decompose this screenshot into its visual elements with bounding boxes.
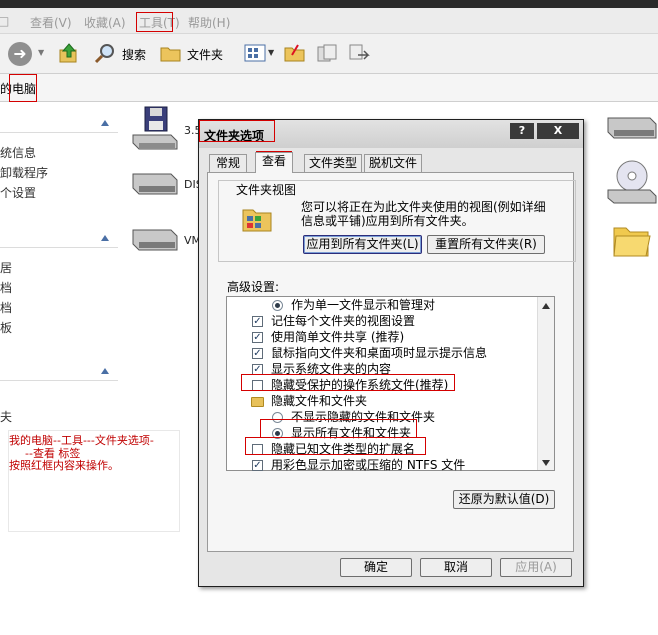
checkbox[interactable]: ✓ — [252, 332, 263, 343]
sync-folder-icon[interactable] — [284, 43, 306, 63]
address-text[interactable]: 的电脑 — [0, 80, 36, 97]
views-dropdown-icon[interactable]: ▼ — [268, 48, 274, 57]
menu-bar: □ 查看(V) 收藏(A) 工具(T) 帮助(H) — [0, 8, 658, 34]
checkbox[interactable]: ✓ — [252, 364, 263, 375]
ok-button[interactable]: 确定 — [340, 558, 412, 577]
close-button[interactable]: X — [537, 123, 579, 139]
scroll-down-icon[interactable] — [542, 460, 550, 466]
cd-drive-icon[interactable] — [606, 158, 658, 204]
scroll-up-icon[interactable] — [542, 303, 550, 309]
menu-item-tools[interactable]: 工具(T) — [139, 14, 180, 31]
folder-view-icon — [241, 204, 275, 234]
settings-scrollbar[interactable] — [537, 297, 554, 470]
setting-label[interactable]: 使用简单文件共享 (推荐) — [271, 330, 404, 345]
address-bar[interactable]: 的电脑 — [0, 74, 658, 102]
checkbox[interactable] — [252, 444, 263, 455]
up-folder-icon[interactable] — [58, 42, 80, 64]
radio-button[interactable] — [272, 428, 283, 439]
hard-drive-icon[interactable] — [131, 224, 179, 254]
note-line: 按照红框内容来操作。 — [9, 459, 119, 472]
folders-icon[interactable] — [160, 43, 182, 63]
search-icon[interactable] — [94, 42, 116, 64]
advanced-settings-list[interactable]: 作为单一文件显示和管理对 ✓ 记住每个文件夹的视图设置 ✓ 使用简单文件共享 (… — [226, 296, 555, 473]
cancel-button[interactable]: 取消 — [420, 558, 492, 577]
copy-to-icon[interactable] — [348, 43, 370, 63]
apply-button[interactable]: 应用(A) — [500, 558, 572, 577]
checkbox[interactable]: ✓ — [252, 460, 263, 471]
task-link-settings[interactable]: 个设置 — [0, 184, 36, 201]
views-icon[interactable] — [244, 44, 266, 62]
folder-view-label: 文件夹视图 — [234, 181, 299, 198]
advanced-settings-label: 高级设置: — [227, 280, 280, 294]
task-divider — [0, 132, 118, 133]
task-link-network[interactable]: 居 — [0, 259, 12, 276]
toolbar: ➜ ▼ 搜索 文件夹 ▼ — [0, 34, 658, 74]
task-link-documents[interactable]: 档 — [0, 279, 12, 296]
tab-file-types[interactable]: 文件类型 — [304, 154, 362, 172]
menu-item-favorites[interactable]: 收藏(A) — [84, 14, 126, 31]
dialog-title: 文件夹选项 — [204, 129, 265, 143]
setting-label[interactable]: 隐藏已知文件类型的扩展名 — [271, 442, 415, 457]
forward-dropdown-icon[interactable]: ▼ — [38, 48, 44, 57]
setting-label[interactable]: 记住每个文件夹的视图设置 — [271, 314, 415, 329]
task-link-uninstall[interactable]: 卸载程序 — [0, 164, 48, 181]
collapse-icon[interactable] — [101, 235, 109, 241]
folder-icon — [251, 397, 264, 407]
tab-view[interactable]: 查看 — [255, 152, 293, 173]
task-divider — [0, 380, 118, 381]
checkbox[interactable]: ✓ — [252, 316, 263, 327]
instruction-note: 我的电脑--工具---文件夹选项- --查看 标签 按照红框内容来操作。 — [8, 430, 180, 532]
task-divider — [0, 247, 118, 248]
reset-all-folders-button[interactable]: 重置所有文件夹(R) — [427, 235, 545, 254]
search-button-label[interactable]: 搜索 — [122, 46, 146, 63]
menu-item-view[interactable]: 查看(V) — [30, 14, 72, 31]
checkbox[interactable] — [252, 380, 263, 391]
folder-view-description: 您可以将正在为此文件夹使用的视图(例如详细信息或平铺)应用到所有文件夹。 — [301, 200, 546, 228]
tab-general[interactable]: 常规 — [209, 154, 247, 172]
setting-label[interactable]: 用彩色显示加密或压缩的 NTFS 文件 — [271, 458, 465, 473]
hard-drive-icon[interactable] — [131, 168, 179, 198]
radio-button[interactable] — [272, 300, 283, 311]
setting-label[interactable]: 显示所有文件和文件夹 — [291, 426, 411, 441]
apply-to-all-folders-button[interactable]: 应用到所有文件夹(L) — [303, 235, 422, 254]
task-link-system-info[interactable]: 统信息 — [0, 144, 36, 161]
radio-button[interactable] — [272, 412, 283, 423]
task-link-control-panel[interactable]: 板 — [0, 319, 12, 336]
task-section-details: 夫 — [0, 410, 13, 424]
setting-label[interactable]: 作为单一文件显示和管理对 — [291, 298, 435, 313]
setting-label: 隐藏文件和文件夹 — [271, 394, 368, 408]
help-button[interactable]: ? — [510, 123, 534, 139]
checkbox[interactable]: ✓ — [252, 348, 263, 359]
dialog-titlebar[interactable]: 文件夹选项 ? X — [199, 120, 583, 148]
folder-icon[interactable] — [612, 222, 652, 260]
folders-button-label[interactable]: 文件夹 — [187, 46, 223, 63]
setting-label[interactable]: 鼠标指向文件夹和桌面项时显示提示信息 — [271, 346, 487, 361]
collapse-icon[interactable] — [101, 368, 109, 374]
tab-offline-files[interactable]: 脱机文件 — [364, 154, 422, 172]
setting-label[interactable]: 不显示隐藏的文件和文件夹 — [291, 410, 435, 425]
menu-item-partial[interactable]: □ — [0, 14, 9, 28]
hard-drive-icon[interactable] — [606, 112, 658, 142]
collapse-icon[interactable] — [101, 120, 109, 126]
floppy-drive-icon[interactable] — [131, 105, 179, 151]
task-pane: 统信息 卸载程序 个设置 居 档 档 板 夫 — [0, 102, 120, 635]
window-titlebar — [0, 0, 658, 8]
task-link-shared-documents[interactable]: 档 — [0, 299, 12, 316]
forward-icon[interactable]: ➜ — [8, 42, 32, 66]
restore-defaults-button[interactable]: 还原为默认值(D) — [453, 490, 555, 509]
move-to-icon[interactable] — [316, 43, 338, 63]
setting-label[interactable]: 显示系统文件夹的内容 — [271, 362, 391, 377]
menu-item-help[interactable]: 帮助(H) — [188, 14, 230, 31]
setting-label[interactable]: 隐藏受保护的操作系统文件(推荐) — [271, 378, 448, 393]
folder-options-dialog: 文件夹选项 ? X 常规 查看 文件类型 脱机文件 文件夹视图 您可以将正在为此… — [198, 119, 584, 587]
